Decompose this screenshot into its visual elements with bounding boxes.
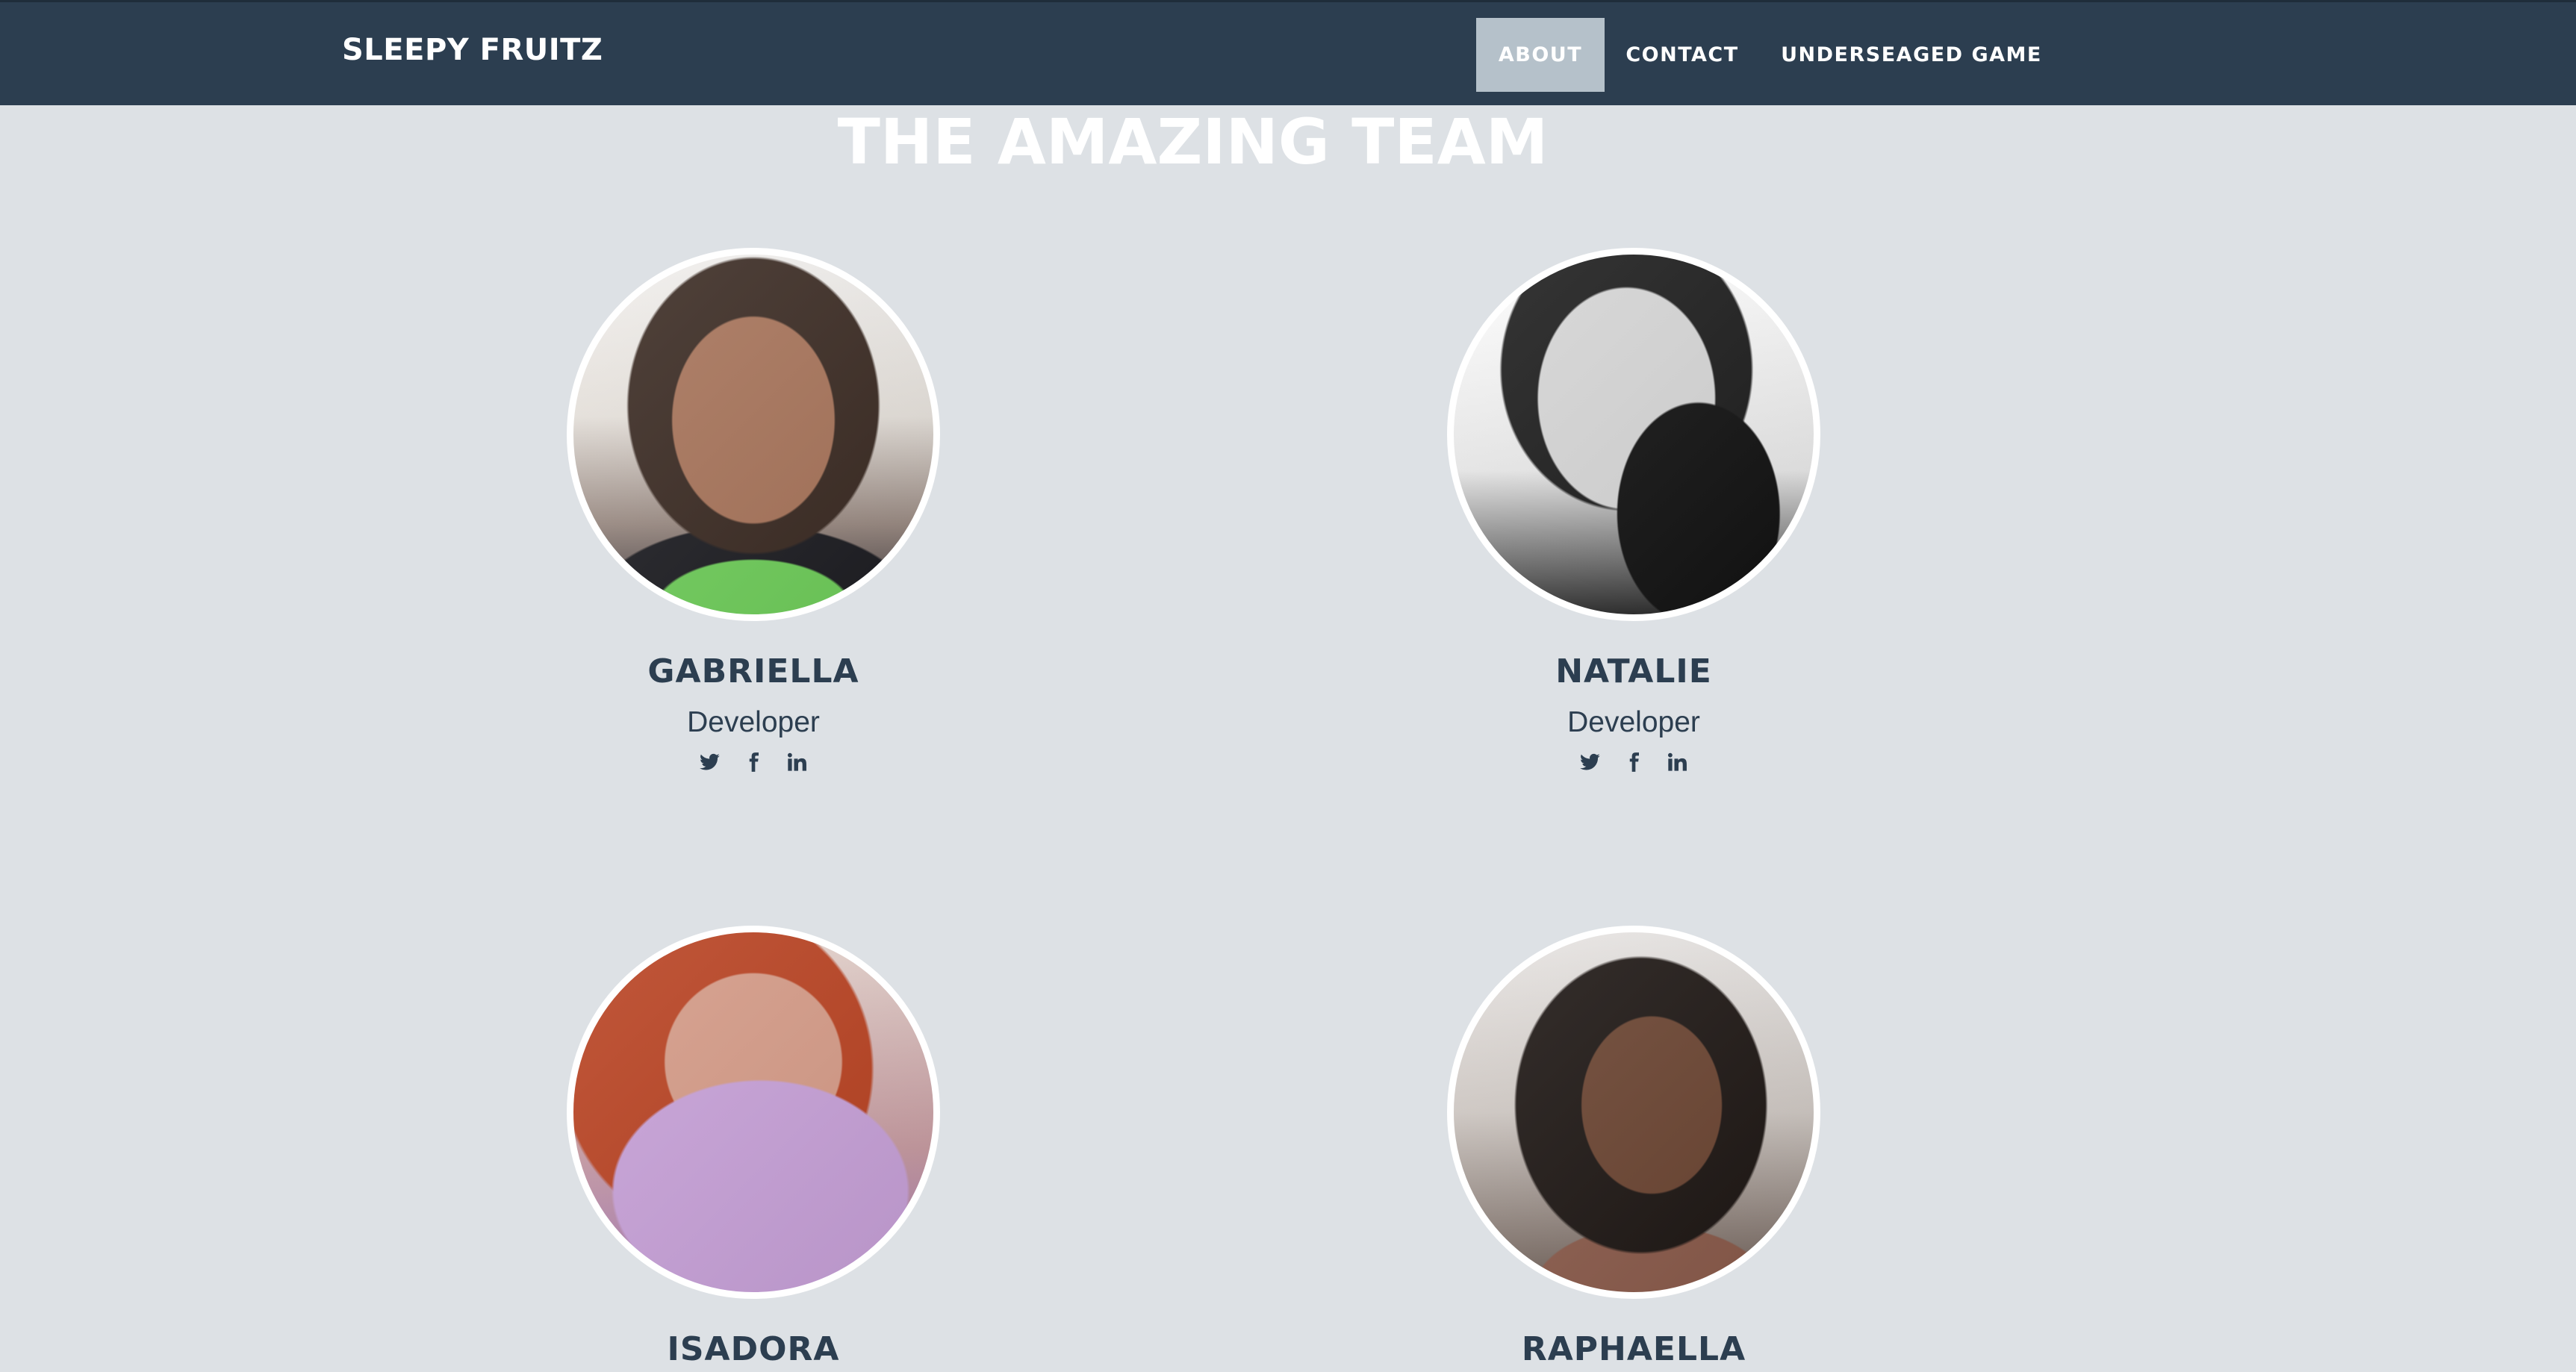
nav-contact-link[interactable]: CONTACT [1613,18,1752,92]
member-role: Developer [687,706,820,738]
avatar [567,248,940,621]
team-member-card: RAPHAELLA [1410,926,1858,1372]
member-role: Developer [1567,706,1700,738]
nav-underseaged-game-link[interactable]: UNDERSEAGED GAME [1770,18,2053,92]
avatar [1447,926,1820,1299]
social-links [1410,752,1858,773]
member-name: ISADORA [667,1330,840,1368]
social-links [529,752,977,773]
team-member-card: NATALIE Developer [1410,248,1858,773]
member-name: GABRIELLA [647,652,859,690]
facebook-icon[interactable] [1623,752,1644,773]
brand-logo-link[interactable]: SLEEPY FRUITZ [342,33,603,67]
member-name: NATALIE [1555,652,1712,690]
avatar [1447,248,1820,621]
navbar: SLEEPY FRUITZ ABOUT CONTACT UNDERSEAGED … [0,0,2576,105]
team-member-card: ISADORA [529,926,977,1372]
linkedin-icon[interactable] [1667,752,1687,773]
facebook-icon[interactable] [743,752,764,773]
twitter-icon[interactable] [1580,752,1601,773]
twitter-icon[interactable] [700,752,721,773]
linkedin-icon[interactable] [786,752,807,773]
page-title: THE AMAZING TEAM [837,105,1549,178]
nav-about-link[interactable]: ABOUT [1476,18,1605,92]
member-name: RAPHAELLA [1521,1330,1746,1368]
team-member-card: GABRIELLA Developer [529,248,977,773]
avatar [567,926,940,1299]
